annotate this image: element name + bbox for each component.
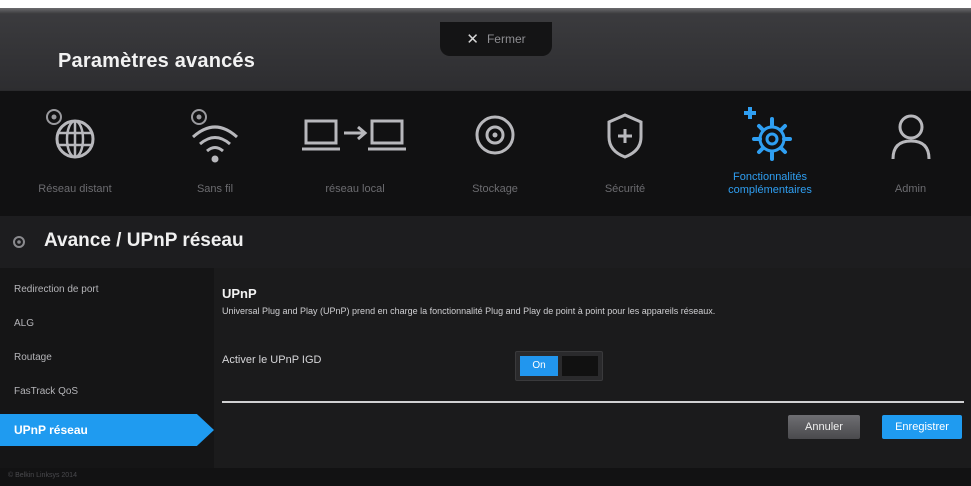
page-title: Paramètres avancés xyxy=(58,50,256,72)
close-icon: ✕ xyxy=(466,31,479,48)
sidebar-item-fastrack-qos[interactable]: FasTrack QoS xyxy=(0,376,200,408)
section-title: Avance / UPnP réseau xyxy=(44,230,244,251)
gear-icon xyxy=(744,107,792,161)
nav-item-admin[interactable]: Admin xyxy=(850,91,971,217)
nav-item-local-network[interactable]: réseau local xyxy=(280,91,430,217)
settings-window: Paramètres avancés ✕ Fermer Réseau dista… xyxy=(0,8,971,486)
shield-icon xyxy=(607,113,643,159)
lan-icon xyxy=(302,119,406,151)
footer-text: © Belkin Linksys 2014 xyxy=(8,472,77,479)
sidebar-item-upnp[interactable]: UPnP réseau xyxy=(0,414,214,446)
nav-item-extra-features[interactable]: Fonctionnalités complémentaires xyxy=(690,91,850,217)
user-icon xyxy=(891,114,930,160)
save-button[interactable]: Enregistrer xyxy=(882,415,962,439)
section-header: Avance / UPnP réseau xyxy=(0,216,971,268)
upnp-igd-label: Activer le UPnP IGD xyxy=(222,354,322,366)
upnp-heading: UPnP xyxy=(222,286,257,301)
nav-item-security[interactable]: Sécurité xyxy=(560,91,690,217)
main-panel: Redirection de port ALG Routage FasTrack… xyxy=(0,268,971,468)
wifi-icon xyxy=(191,109,239,163)
sidebar-item-port-forwarding[interactable]: Redirection de port xyxy=(0,274,200,306)
upnp-igd-toggle[interactable]: On xyxy=(515,351,603,381)
close-button[interactable]: ✕ Fermer xyxy=(440,22,552,56)
globe-icon xyxy=(46,109,95,159)
toggle-off-state xyxy=(562,356,598,376)
divider xyxy=(222,401,964,403)
sidebar-item-alg[interactable]: ALG xyxy=(0,308,200,340)
close-label: Fermer xyxy=(486,32,526,46)
category-nav: Réseau distant Sans fil réseau local Sto… xyxy=(0,90,971,217)
footer: © Belkin Linksys 2014 xyxy=(0,468,971,486)
content-area: UPnP Universal Plug and Play (UPnP) pren… xyxy=(222,268,971,468)
nav-item-remote-network[interactable]: Réseau distant xyxy=(0,91,150,217)
storage-icon xyxy=(475,115,515,155)
settings-gear-icon xyxy=(13,236,25,248)
nav-label: Fonctionnalités complémentaires xyxy=(728,171,812,196)
upnp-description: Universal Plug and Play (UPnP) prend en … xyxy=(222,306,716,316)
cancel-button[interactable]: Annuler xyxy=(788,415,860,439)
nav-label: Sécurité xyxy=(604,183,646,195)
nav-label: Stockage xyxy=(472,183,518,195)
nav-label: Réseau distant xyxy=(38,183,112,195)
nav-label: Sans fil xyxy=(196,183,234,195)
toggle-on-state: On xyxy=(520,356,558,376)
sidebar: Redirection de port ALG Routage FasTrack… xyxy=(0,268,214,468)
nav-item-storage[interactable]: Stockage xyxy=(430,91,560,217)
nav-item-wireless[interactable]: Sans fil xyxy=(150,91,280,217)
nav-label: Admin xyxy=(894,183,927,195)
nav-label: réseau local xyxy=(325,183,385,195)
sidebar-item-routing[interactable]: Routage xyxy=(0,342,200,374)
